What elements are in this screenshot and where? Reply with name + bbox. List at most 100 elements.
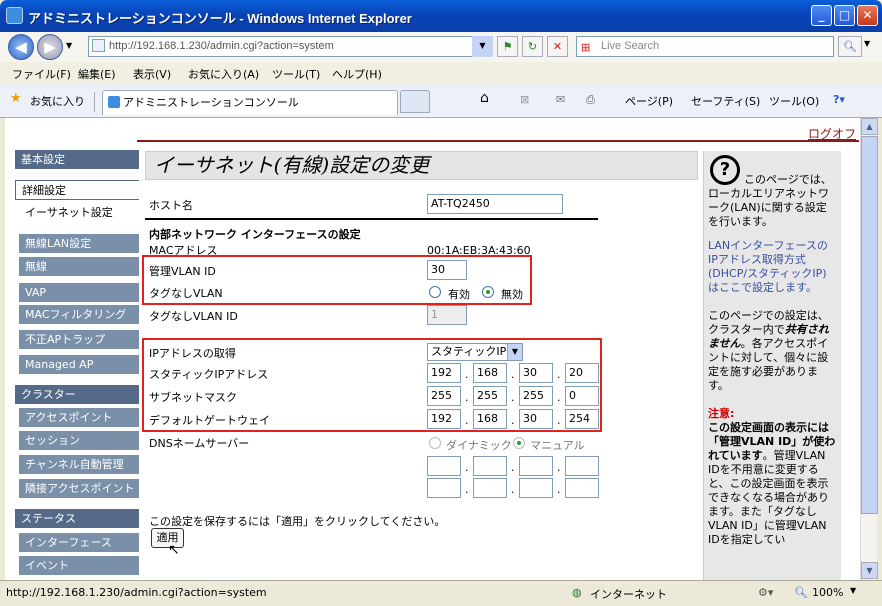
dns2-octet-2[interactable] — [473, 478, 507, 498]
help-lan-note: LANインターフェースのIPアドレス取得方式(DHCP/スタティックIP)はここ… — [708, 239, 828, 294]
gateway-octet-4[interactable]: 254 — [565, 409, 599, 429]
feeds-icon[interactable]: ⊠ — [520, 93, 529, 106]
sidebar-item-events[interactable]: イベント — [19, 556, 139, 576]
help-caution-title: 注意: — [708, 407, 735, 420]
browser-tab[interactable]: アドミニストレーションコンソール — [102, 90, 398, 115]
dns-manual-label: マニュアル — [530, 439, 585, 452]
refresh-icon[interactable]: ↻ — [522, 36, 543, 57]
untagged-enable-label: 有効 — [448, 288, 470, 301]
subnet-octet-2[interactable]: 255 — [473, 386, 507, 406]
hostname-input[interactable]: AT-TQ2450 — [427, 194, 563, 214]
status-zone: インターネット — [590, 588, 667, 601]
dns-manual-radio[interactable] — [513, 437, 525, 449]
sidebar-item-status[interactable]: ステータス — [15, 509, 139, 529]
address-dropdown-icon[interactable]: ▼ — [472, 36, 493, 57]
dns1-octet-2[interactable] — [473, 456, 507, 476]
sidebar-item-basic[interactable]: 基本設定 — [15, 150, 139, 170]
ie-icon — [6, 7, 23, 24]
favorites-button[interactable]: お気に入り — [30, 93, 85, 109]
hostname-label: ホスト名 — [149, 199, 193, 212]
internal-section-title: 内部ネットワーク インターフェースの設定 — [149, 228, 361, 241]
protected-mode-icon[interactable]: ⚙▾ — [758, 586, 773, 599]
maximize-button[interactable]: □ — [834, 5, 855, 26]
sidebar-item-managed-ap[interactable]: Managed AP — [19, 355, 139, 375]
new-tab-button[interactable] — [400, 90, 430, 113]
safety-menu[interactable]: セーフティ(S) — [691, 93, 760, 109]
tools-menu[interactable]: ツール(O) — [769, 93, 819, 109]
sidebar-item-ethernet[interactable]: イーサネット設定 — [19, 203, 139, 223]
forward-button[interactable]: ▶ — [37, 34, 63, 60]
help-icon[interactable]: ?▾ — [833, 93, 845, 106]
search-button[interactable]: 🔍︎ — [838, 36, 862, 57]
vertical-scrollbar[interactable]: ▲ ▼ — [860, 118, 878, 580]
back-button[interactable]: ◀ — [8, 34, 34, 60]
home-icon[interactable]: ⌂ — [480, 90, 489, 106]
zoom-level[interactable]: 100% — [812, 586, 843, 599]
sidebar-item-advanced[interactable]: 詳細設定 — [15, 180, 139, 200]
mail-icon[interactable]: ✉ — [556, 93, 565, 106]
sidebar-item-sessions[interactable]: セッション — [19, 431, 139, 451]
page-icon — [92, 39, 105, 52]
title-bar: アドミニストレーションコンソール - Windows Internet Expl… — [0, 0, 882, 32]
ip-mode-select[interactable]: スタティックIP ▼ — [427, 343, 523, 361]
help-cluster-note: このページでの設定は、クラスター内で共有されません。各アクセスポイントに対して、… — [708, 309, 829, 392]
ip-mode-label: IPアドレスの取得 — [149, 347, 236, 360]
sidebar-item-cluster[interactable]: クラスター — [15, 385, 139, 405]
mgmt-vlan-input[interactable]: 30 — [427, 260, 467, 280]
ip-mode-value: スタティックIP — [431, 345, 507, 358]
subnet-octet-1[interactable]: 255 — [427, 386, 461, 406]
minimize-button[interactable]: _ — [811, 5, 832, 26]
sidebar-item-vap[interactable]: VAP — [19, 283, 139, 303]
dns-dynamic-radio[interactable] — [429, 437, 441, 449]
menu-help[interactable]: ヘルプ(H) — [332, 66, 382, 82]
subnet-label: サブネットマスク — [149, 391, 237, 404]
address-bar[interactable]: http://192.168.1.230/admin.cgi?action=sy… — [88, 36, 492, 57]
page-menu[interactable]: ページ(P) — [625, 93, 673, 109]
static-ip-octet-3[interactable]: 30 — [519, 363, 553, 383]
static-ip-label: スタティックIPアドレス — [149, 368, 269, 381]
sidebar-item-rogue-ap[interactable]: 不正APトラップ — [19, 330, 139, 350]
dns2-octet-1[interactable] — [427, 478, 461, 498]
subnet-octet-4[interactable]: 0 — [565, 386, 599, 406]
search-options-icon[interactable]: ▼ — [864, 39, 870, 48]
status-url: http://192.168.1.230/admin.cgi?action=sy… — [6, 586, 267, 599]
gateway-octet-1[interactable]: 192 — [427, 409, 461, 429]
history-dropdown-icon[interactable]: ▼ — [66, 41, 72, 50]
sidebar-item-channel[interactable]: チャンネル自動管理 — [19, 455, 139, 475]
sidebar-item-wlan[interactable]: 無線LAN設定 — [19, 234, 139, 254]
untagged-disable-radio[interactable] — [482, 286, 494, 298]
print-icon[interactable]: ⎙ — [586, 93, 595, 107]
search-input[interactable]: ⊞ Live Search — [576, 36, 834, 57]
sidebar-item-interfaces[interactable]: インターフェース — [19, 533, 139, 553]
static-ip-octet-4[interactable]: 20 — [565, 363, 599, 383]
dns1-octet-4[interactable] — [565, 456, 599, 476]
scroll-down-icon[interactable]: ▼ — [861, 562, 878, 579]
status-bar: http://192.168.1.230/admin.cgi?action=sy… — [0, 580, 882, 606]
menu-tools[interactable]: ツール(T) — [272, 66, 320, 82]
scroll-thumb[interactable] — [861, 136, 878, 514]
dns1-octet-1[interactable] — [427, 456, 461, 476]
scroll-up-icon[interactable]: ▲ — [861, 118, 878, 135]
close-button[interactable]: ✕ — [857, 5, 878, 26]
gateway-octet-2[interactable]: 168 — [473, 409, 507, 429]
menu-view[interactable]: 表示(V) — [133, 66, 171, 82]
dns2-octet-4[interactable] — [565, 478, 599, 498]
dns2-octet-3[interactable] — [519, 478, 553, 498]
static-ip-octet-1[interactable]: 192 — [427, 363, 461, 383]
untagged-enable-radio[interactable] — [429, 286, 441, 298]
menu-edit[interactable]: 編集(E) — [78, 66, 116, 82]
untagged-vlan-id-input[interactable]: 1 — [427, 305, 467, 325]
sidebar-item-wireless[interactable]: 無線 — [19, 257, 139, 277]
compatibility-icon[interactable]: ⚑ — [497, 36, 518, 57]
dns1-octet-3[interactable] — [519, 456, 553, 476]
menu-file[interactable]: ファイル(F) — [12, 66, 71, 82]
gateway-octet-3[interactable]: 30 — [519, 409, 553, 429]
menu-favorites[interactable]: お気に入り(A) — [188, 66, 259, 82]
stop-icon[interactable]: ✕ — [547, 36, 568, 57]
sidebar-item-access-points[interactable]: アクセスポイント — [19, 408, 139, 428]
zoom-dropdown-icon[interactable]: ▼ — [850, 586, 856, 595]
subnet-octet-3[interactable]: 255 — [519, 386, 553, 406]
sidebar-item-mac-filter[interactable]: MACフィルタリング — [19, 305, 139, 325]
static-ip-octet-2[interactable]: 168 — [473, 363, 507, 383]
sidebar-item-neighbors[interactable]: 隣接アクセスポイント — [19, 479, 139, 499]
